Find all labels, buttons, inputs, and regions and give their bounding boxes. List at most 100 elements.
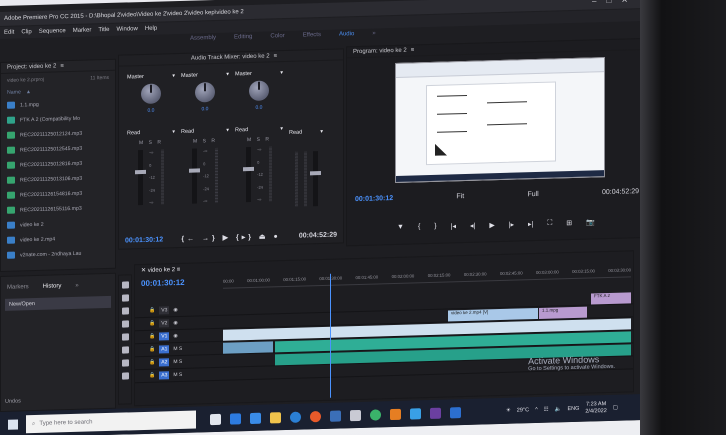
mute-solo-record-buttons[interactable]: M S R [139,139,163,146]
lock-icon[interactable]: 🔒 [149,321,155,327]
lock-icon[interactable]: 🔒 [149,308,155,314]
menu-help[interactable]: Help [145,26,157,32]
mute-solo-icon[interactable]: M S [173,359,182,365]
zoom-tool-icon[interactable] [121,372,129,380]
channel-output-select[interactable]: Master ▾ [181,72,229,79]
project-panel-title[interactable]: Project: video ke 2 [7,63,56,70]
ripple-edit-tool-icon[interactable] [121,307,129,315]
lift-button[interactable]: ⛶ [547,220,552,228]
eye-icon[interactable]: ◉ [173,307,177,313]
close-button[interactable]: ✕ [621,0,628,5]
menu-sequence[interactable]: Sequence [39,28,66,35]
menu-marker[interactable]: Marker [73,27,92,34]
tab-markers[interactable]: Markers [7,284,29,291]
workspace-color[interactable]: Color [270,33,284,39]
panel-menu-icon[interactable]: ≡ [411,47,415,53]
maximize-button[interactable]: □ [606,0,611,5]
channel-output-select[interactable]: Master ▾ [235,70,283,77]
network-icon[interactable]: ☷ [544,407,549,413]
store-icon[interactable] [250,412,261,424]
automation-mode-select[interactable]: Read ▾ [181,128,229,135]
mute-solo-icon[interactable]: M S [173,346,182,352]
lock-icon[interactable]: 🔒 [149,360,155,366]
tray-chevron-icon[interactable]: ^ [535,407,538,413]
lock-icon[interactable]: 🔒 [149,334,155,340]
eye-icon[interactable]: ◉ [173,320,177,326]
word-icon[interactable] [450,406,461,418]
program-title[interactable]: Program: video ke 2 [353,48,407,56]
quality-select[interactable]: Full [527,190,538,197]
pan-knob[interactable] [141,83,161,105]
minimize-button[interactable]: – [592,0,596,5]
automation-mode-select[interactable]: Read ▾ [127,129,175,136]
workspace-more[interactable]: » [372,31,375,37]
panel-menu-icon[interactable]: ≡ [274,53,278,59]
export-frame-icon[interactable]: 📷 [586,218,595,226]
clip[interactable] [223,341,273,354]
clock[interactable]: 7:23 AM 2/4/2022 [585,401,606,416]
menu-clip[interactable]: Clip [21,29,31,35]
channel-output-select[interactable]: Master ▾ [127,73,175,80]
menu-title[interactable]: Title [98,27,109,33]
clip[interactable]: 1.1.mpg [539,306,587,319]
program-current-timecode[interactable]: 00:01:30:12 [355,195,393,203]
workspace-editing[interactable]: Editing [234,34,252,41]
fit-select[interactable]: Fit [456,193,464,200]
mute-solo-record-buttons[interactable]: M S R [193,138,217,145]
firefox-icon[interactable] [310,410,321,422]
master-volume-fader[interactable] [312,151,318,207]
app-icon[interactable] [350,409,361,421]
go-to-in-button[interactable]: |◂ [451,222,456,230]
selection-tool-icon[interactable] [121,281,129,289]
mixer-transport-controls[interactable]: {← →} ▶ {▸} ⏏ ● [181,232,280,243]
tab-history[interactable]: History [43,283,62,290]
widgets-icon[interactable] [230,412,241,425]
premiere-icon[interactable] [430,407,441,419]
vlc-icon[interactable] [390,408,401,420]
add-marker-button[interactable]: ▼ [397,224,404,232]
workspace-assembly[interactable]: Assembly [190,35,216,42]
playhead[interactable] [330,273,331,398]
chrome-icon[interactable] [370,408,381,421]
clip[interactable]: FTK A 2 [591,292,631,305]
weather-icon[interactable]: ☀ [506,408,511,414]
extract-button[interactable]: ⊞ [566,219,572,227]
mark-out-button[interactable]: } [434,223,436,231]
mixer-title[interactable]: Audio Track Mixer: video ke 2 [191,53,270,61]
mail-icon[interactable] [330,409,341,422]
panel-menu-icon[interactable]: ≡ [60,63,64,69]
pan-knob[interactable] [195,81,215,103]
pan-knob[interactable] [249,80,269,102]
eye-icon[interactable]: ◉ [173,333,177,339]
track-select-tool-icon[interactable] [121,294,129,302]
step-back-button[interactable]: ◂| [470,222,475,230]
pen-tool-icon[interactable] [121,346,129,354]
slip-tool-icon[interactable] [121,333,129,341]
master-automation-select[interactable]: Read ▾ [289,129,323,136]
windows-start-icon[interactable] [8,419,18,430]
automation-mode-select[interactable]: Read ▾ [235,126,283,133]
notification-icon[interactable]: ▢ [613,405,618,411]
volume-fader[interactable] [192,148,198,204]
lock-icon[interactable]: 🔒 [149,373,155,379]
volume-icon[interactable]: 🔈 [555,406,562,412]
menu-window[interactable]: Window [117,26,138,33]
mixer-current-timecode[interactable]: 00:01:30:12 [125,236,163,244]
play-button[interactable]: ▶ [489,221,494,229]
workspace-audio[interactable]: Audio [339,31,354,37]
app-icon[interactable] [410,407,421,420]
mute-solo-icon[interactable]: M S [173,372,182,378]
mute-solo-record-buttons[interactable]: M S R [247,136,271,143]
menu-edit[interactable]: Edit [4,30,14,36]
taskbar-search-input[interactable]: ⌕ Type here to search [26,410,196,434]
mark-in-button[interactable]: { [418,223,420,231]
tab-more[interactable]: » [75,283,78,289]
file-explorer-icon[interactable] [270,411,281,423]
volume-fader[interactable] [246,146,252,203]
weather-temp[interactable]: 29°C [517,407,529,413]
volume-fader[interactable] [138,150,144,206]
razor-tool-icon[interactable] [121,320,129,328]
lock-icon[interactable]: 🔒 [149,347,155,353]
workspace-effects[interactable]: Effects [303,32,321,39]
step-forward-button[interactable]: |▸ [509,221,514,229]
